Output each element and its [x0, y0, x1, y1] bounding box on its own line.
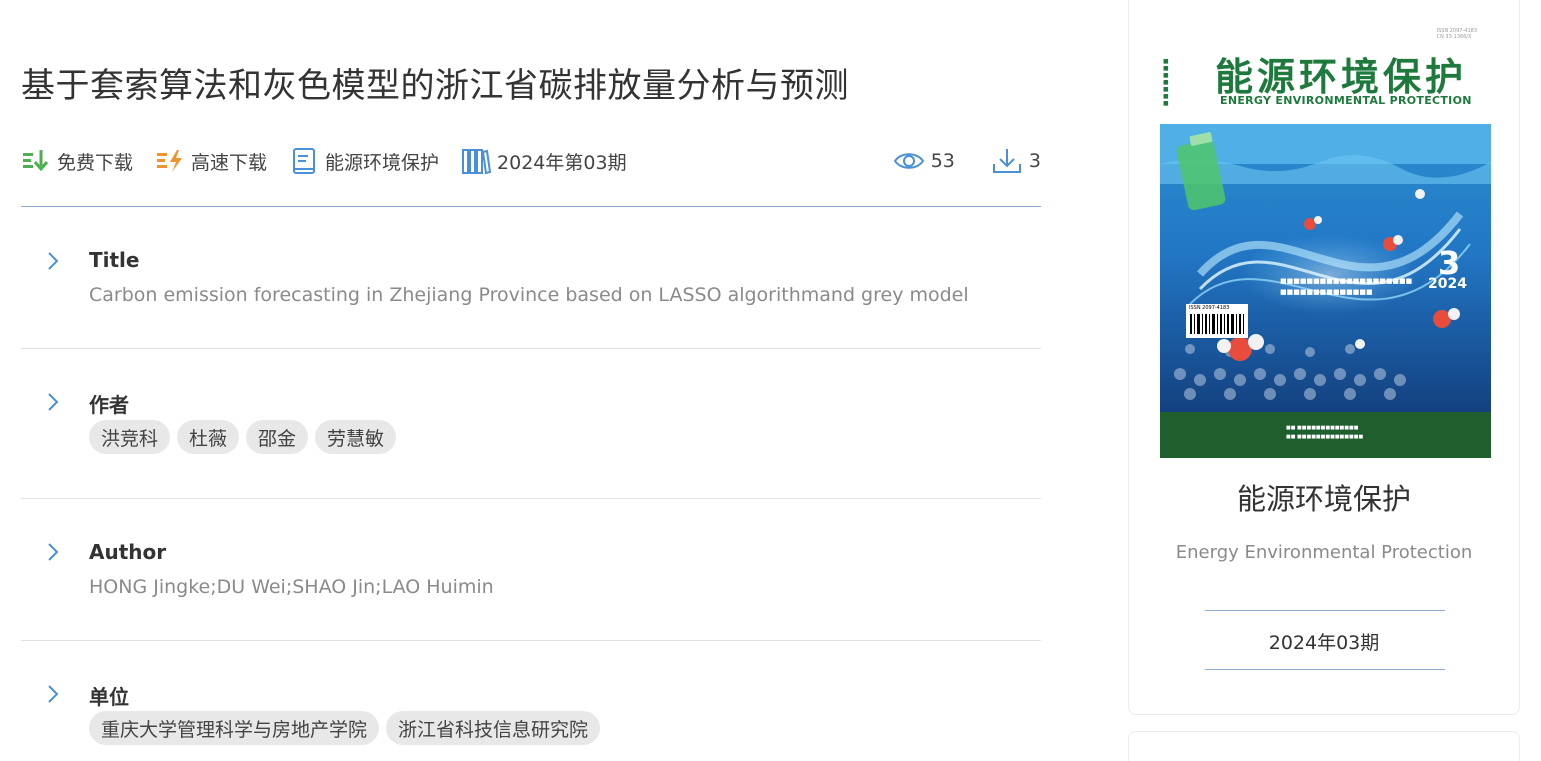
- journal-icon: [289, 146, 319, 176]
- cover-banner-text: 碳中和减排路径与前沿技术 专题: [1320, 41, 1435, 50]
- sidebar-journal-name-en: Energy Environmental Protection: [1175, 542, 1473, 563]
- cover-title-en: ENERGY ENVIRONMENTAL PROTECTION: [1220, 94, 1472, 107]
- author-tag[interactable]: 邵金: [246, 420, 309, 454]
- issue-link[interactable]: 2024年第03期: [461, 146, 627, 176]
- chevron-right-icon[interactable]: [45, 250, 61, 272]
- article-stats: 53 3: [857, 146, 1041, 176]
- download-icon: [991, 146, 1023, 176]
- author-tags: 洪竞科 杜薇 邵金 劳慧敏: [89, 420, 403, 454]
- section-units-label: 单位: [89, 685, 129, 709]
- download-arrows-icon: [21, 146, 51, 176]
- books-icon: [461, 146, 492, 176]
- journal-name: 能源环境保护: [325, 151, 440, 174]
- chevron-right-icon[interactable]: [45, 391, 61, 413]
- views-value: 53: [930, 150, 955, 172]
- section-title: Title Carbon emission forecasting in Zhe…: [21, 207, 1041, 348]
- unit-tag[interactable]: 重庆大学管理科学与房地产学院: [89, 711, 380, 745]
- author-tag[interactable]: 杜薇: [177, 420, 240, 454]
- unit-tags: 重庆大学管理科学与房地产学院 浙江省科技信息研究院: [89, 711, 607, 745]
- cover-footer: ■■ ■■■■■■■■■■■■■ ■■ ■■■■■■■■■■■■■■: [1160, 412, 1491, 458]
- issue-label: 2024年第03期: [497, 151, 627, 174]
- journal-cover-image[interactable]: ISSN 2097-4183 CN 33-1366/X ■ ■ ■ ■ ■ ■ ■ 能源环境保…: [1160, 24, 1491, 458]
- author-tag[interactable]: 劳慧敏: [315, 420, 397, 454]
- sidebar-journal-name[interactable]: 能源环境保护: [1129, 476, 1519, 518]
- eye-icon: [893, 146, 925, 176]
- english-title: Carbon emission forecasting in Zhejiang …: [89, 284, 969, 306]
- sidebar-divider: [1205, 610, 1445, 611]
- sidebar-issue-link[interactable]: 2024年03期: [1129, 628, 1519, 655]
- article-title: 基于套索算法和灰色模型的浙江省碳排放量分析与预测: [21, 66, 849, 106]
- free-download-button[interactable]: 免费下载: [21, 146, 133, 176]
- section-authors: 作者 洪竞科 杜薇 邵金 劳慧敏: [21, 349, 1041, 498]
- sidebar-second-card: [1128, 731, 1520, 761]
- chevron-right-icon[interactable]: [45, 541, 61, 563]
- chevron-right-icon[interactable]: [45, 683, 61, 705]
- section-units: 单位 重庆大学管理科学与房地产学院 浙江省科技信息研究院: [21, 641, 1041, 761]
- cover-issn-text: ISSN 2097-4183 CN 33-1366/X: [1436, 28, 1477, 40]
- section-title-label: Title: [89, 248, 140, 272]
- article-meta-bar: 免费下载 高速下载 能源环境保护 2024年第03期 53 3: [21, 143, 1041, 179]
- downloads-count: 3: [991, 146, 1041, 176]
- cover-year: 2024: [1428, 276, 1467, 292]
- journal-sidebar-card: ISSN 2097-4183 CN 33-1366/X ■ ■ ■ ■ ■ ■ ■ 能源环境保…: [1128, 0, 1520, 715]
- bolt-download-icon: [155, 146, 185, 176]
- section-author-en-label: Author: [89, 540, 167, 564]
- author-tag[interactable]: 洪竞科: [89, 420, 171, 454]
- article-page: 基于套索算法和灰色模型的浙江省碳排放量分析与预测 免费下载 高速下载 能源环境保…: [0, 0, 1541, 761]
- section-authors-label: 作者: [89, 393, 129, 417]
- sidebar-divider: [1205, 669, 1445, 670]
- downloads-value: 3: [1028, 150, 1041, 172]
- cover-feature-text: ■■■■■■■■■■■■■■■■■■■■ ■■■■■■■■■■■■■■: [1280, 277, 1413, 296]
- section-author-en: Author HONG Jingke;DU Wei;SHAO Jin;LAO H…: [21, 499, 1041, 640]
- fast-download-button[interactable]: 高速下载: [155, 146, 267, 176]
- cover-barcode: ISSN 2097-4183: [1186, 304, 1248, 338]
- unit-tag[interactable]: 浙江省科技信息研究院: [386, 711, 601, 745]
- cover-publisher-text: ■■ ■■■■■■■■■■■■■ ■■ ■■■■■■■■■■■■■■: [1286, 425, 1364, 440]
- views-count: 53: [893, 146, 955, 176]
- cover-side-text: ■ ■ ■ ■ ■ ■ ■: [1163, 58, 1169, 107]
- free-download-label: 免费下载: [57, 151, 134, 174]
- journal-link[interactable]: 能源环境保护: [289, 146, 439, 176]
- author-en-names: HONG Jingke;DU Wei;SHAO Jin;LAO Huimin: [89, 576, 494, 598]
- barcode-issn: ISSN 2097-4183: [1189, 305, 1230, 311]
- cover-title-cn: 能源环境保护: [1215, 54, 1468, 99]
- fast-download-label: 高速下载: [191, 151, 268, 174]
